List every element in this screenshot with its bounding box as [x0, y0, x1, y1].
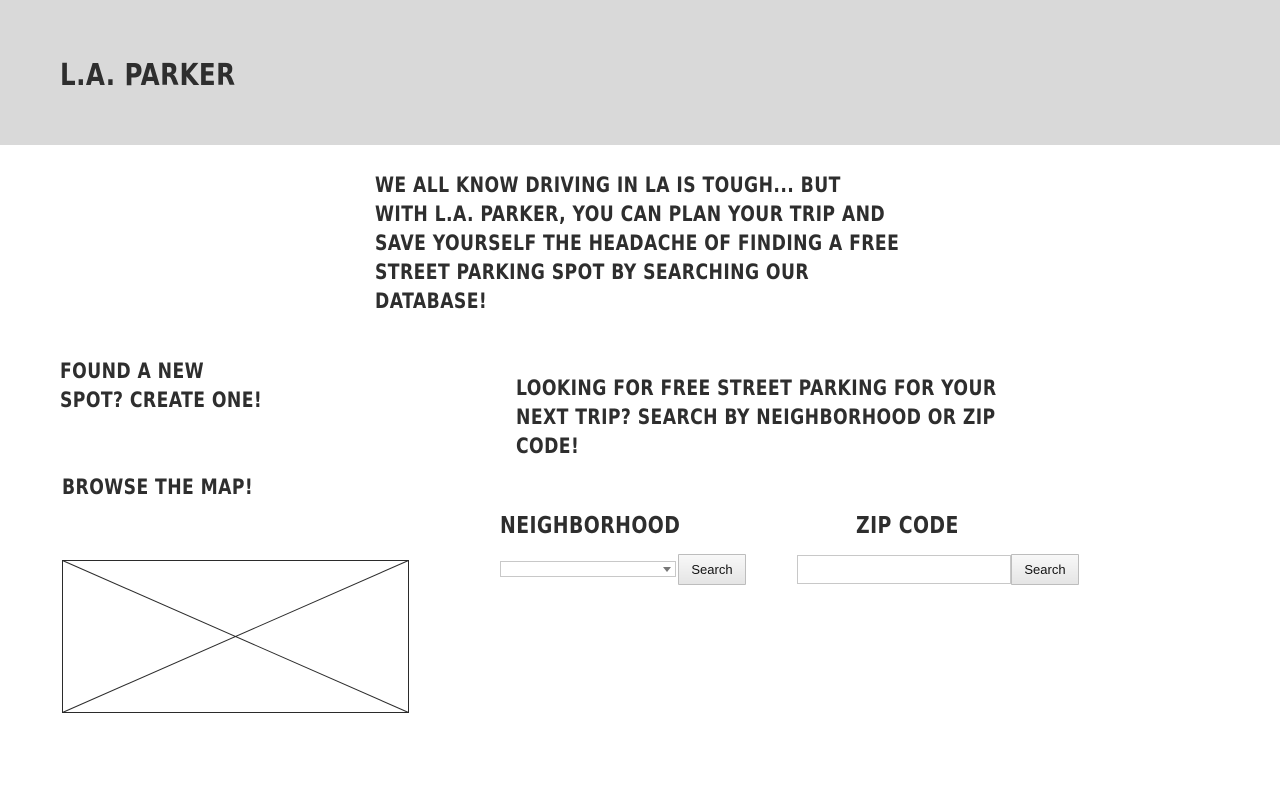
intro-text: We all know driving in LA is tough... bu… [375, 173, 900, 313]
zip-code-input[interactable] [797, 555, 1011, 584]
chevron-down-icon [663, 567, 671, 572]
neighborhood-search-button[interactable]: Search [678, 554, 746, 585]
search-intro-text: Looking for free street parking for your… [516, 376, 997, 458]
map-placeholder[interactable] [62, 560, 409, 713]
create-spot-link[interactable]: Found a new spot? Create one! [60, 357, 273, 415]
zip-search-button[interactable]: Search [1011, 554, 1079, 585]
zip-code-label: Zip code [856, 513, 959, 539]
site-logo[interactable]: L.A. PARKER [60, 58, 236, 94]
browse-map-heading: Browse the map! [62, 475, 254, 499]
site-header: L.A. PARKER [0, 0, 1280, 145]
neighborhood-select[interactable] [500, 561, 676, 577]
neighborhood-label: Neighborhood [500, 513, 681, 539]
